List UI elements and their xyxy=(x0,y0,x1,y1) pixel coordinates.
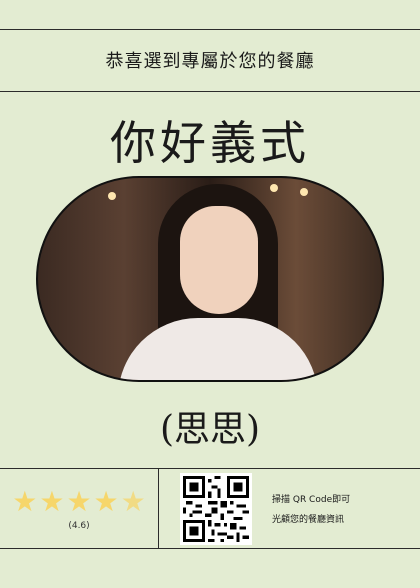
footer-bottom-divider xyxy=(0,548,420,549)
scan-instructions: 掃描 QR Code即可 光顧您的餐廳資訊 xyxy=(272,490,412,530)
half-star-icon: ★ xyxy=(120,485,146,518)
rating-value: (4.6) xyxy=(68,521,90,531)
rating-block: ★ ★ ★ ★ ★ (4.6) xyxy=(0,470,158,548)
qr-code-icon xyxy=(183,476,249,542)
star-icon: ★ xyxy=(12,485,38,518)
lamp-light xyxy=(300,188,308,196)
star-rating: ★ ★ ★ ★ ★ xyxy=(12,487,146,517)
star-icon: ★ xyxy=(66,485,92,518)
scan-instruction-line1: 掃描 QR Code即可 xyxy=(272,495,351,505)
photo-face xyxy=(180,206,258,314)
scan-instruction-line2: 光顧您的餐廳資訊 xyxy=(272,515,345,525)
lamp-light xyxy=(108,192,116,200)
restaurant-title: 你好義式 xyxy=(110,116,310,170)
host-name: (思思) xyxy=(159,409,261,450)
banner-divider xyxy=(0,91,420,92)
congrats-banner: 恭喜選到專屬於您的餐廳 xyxy=(105,51,315,72)
star-icon: ★ xyxy=(39,485,65,518)
star-icon: ★ xyxy=(93,485,119,518)
photo-shirt xyxy=(118,318,318,380)
profile-photo xyxy=(36,176,384,382)
qr-code[interactable] xyxy=(180,473,252,545)
footer-vertical-divider xyxy=(158,468,159,548)
footer-top-divider xyxy=(0,468,420,469)
lamp-light xyxy=(270,184,278,192)
